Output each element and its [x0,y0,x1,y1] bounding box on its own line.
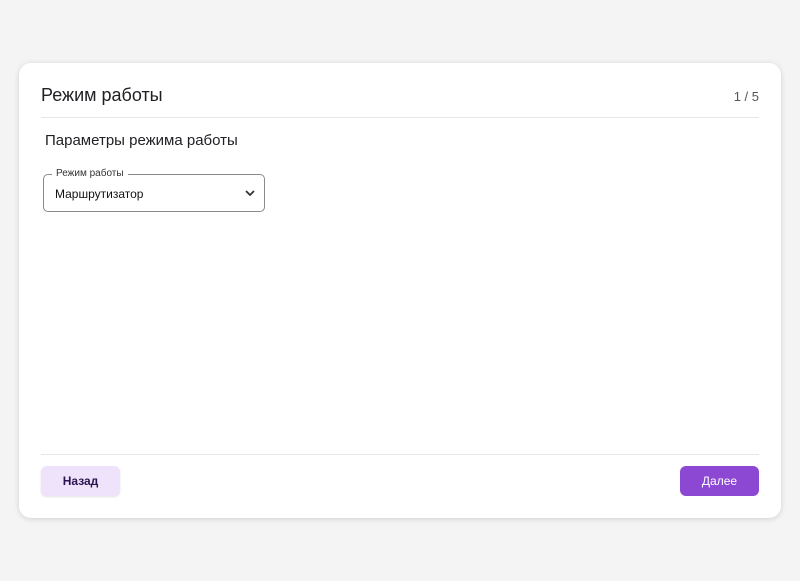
back-button[interactable]: Назад [41,466,120,496]
mode-select[interactable]: Режим работы Маршрутизатор [43,168,265,212]
wizard-card: Режим работы 1 / 5 Параметры режима рабо… [19,63,781,518]
step-counter: 1 / 5 [733,89,759,104]
chevron-down-icon [245,190,255,196]
mode-select-value: Маршрутизатор [55,187,144,201]
page-title: Режим работы [41,85,163,105]
mode-select-label: Режим работы [52,168,128,180]
footer-divider [41,454,759,455]
section-title: Параметры режима работы [45,132,238,149]
wizard-header: Режим работы 1 / 5 [41,63,759,118]
next-button[interactable]: Далее [680,466,759,496]
